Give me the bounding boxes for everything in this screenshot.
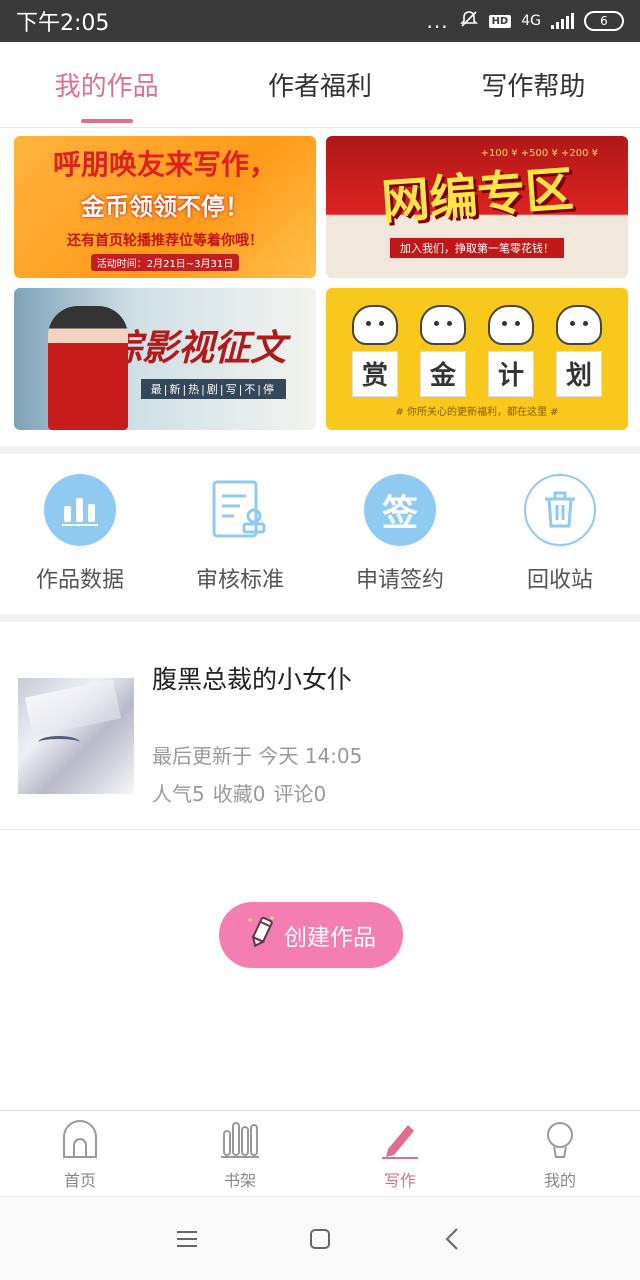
sign-icon: 签 <box>364 474 436 546</box>
banner-line: 金币领领不停！ <box>81 193 249 221</box>
nav-profile[interactable]: 我的 <box>480 1111 640 1196</box>
cat-row: 赏 金 计 划 <box>347 304 607 397</box>
cat-card: 计 <box>483 304 539 397</box>
banner-title: 网编专区 <box>379 161 576 231</box>
banner-sub: 加入我们，挣取第一笔零花钱！ <box>390 238 564 258</box>
banner-note: # 你所关心的更新福利，都在这里 # <box>395 406 559 418</box>
profile-icon <box>540 1119 580 1163</box>
action-review-standard[interactable]: 审核标准 <box>160 464 320 614</box>
book-cover <box>18 678 134 794</box>
nav-label: 书架 <box>223 1171 256 1190</box>
status-time: 下午2:05 <box>16 11 110 36</box>
nav-label: 首页 <box>63 1171 96 1190</box>
banner-sub: 最|新|热|剧|写|不|停 <box>140 379 286 399</box>
mute-icon <box>459 9 479 33</box>
bar-chart-icon <box>44 474 116 546</box>
cat-icon <box>556 304 602 345</box>
action-work-data[interactable]: 作品数据 <box>0 464 160 614</box>
status-bar: 下午2:05 ... HD 4G 6 <box>0 0 640 42</box>
action-label: 审核标准 <box>195 568 284 593</box>
comments-count: 评论0 <box>273 782 327 806</box>
bookshelf-icon <box>220 1119 260 1163</box>
work-stats: 人气5 收藏0 评论0 <box>152 778 326 807</box>
top-tabs: 我的作品 作者福利 写作帮助 <box>0 42 640 128</box>
bottom-nav: 首页 书架 写作 我的 <box>0 1110 640 1196</box>
cat-card: 赏 <box>347 304 403 397</box>
network-label: 4G <box>521 13 541 29</box>
action-label: 申请签约 <box>355 568 444 593</box>
hd-icon: HD <box>488 14 512 28</box>
nav-write[interactable]: 写作 <box>320 1111 480 1196</box>
cat-char: 计 <box>488 350 534 397</box>
tab-my-works[interactable]: 我的作品 <box>0 42 213 127</box>
character-illustration <box>48 306 128 430</box>
work-updated: 最后更新于 今天 14:05 <box>152 744 363 768</box>
cat-char: 划 <box>556 350 602 397</box>
work-list-item[interactable]: 腹黑总裁的小女仆 最后更新于 今天 14:05 人气5 收藏0 评论0 <box>0 622 640 830</box>
banner-title: 综影视征文 <box>105 327 286 369</box>
system-nav-bar <box>0 1196 640 1280</box>
trash-icon <box>524 474 596 546</box>
cat-card: 划 <box>551 304 607 397</box>
cat-icon <box>420 304 466 345</box>
banner-line: 还有首页轮播推荐位等着你哦！ <box>67 233 263 249</box>
banner-date: 活动时间：2月21日~3月31日 <box>90 254 240 271</box>
home-icon <box>61 1119 99 1163</box>
nav-label: 我的 <box>543 1171 576 1190</box>
status-icons: ... HD 4G 6 <box>426 9 624 33</box>
document-stamp-icon <box>204 474 276 546</box>
popularity-count: 人气5 <box>152 782 205 806</box>
pen-icon <box>380 1119 420 1163</box>
pencil-icon <box>246 914 276 956</box>
cat-char: 赏 <box>352 350 398 397</box>
cat-card: 金 <box>415 304 471 397</box>
home-square-icon[interactable] <box>300 1219 340 1259</box>
menu-icon[interactable] <box>167 1219 207 1259</box>
signal-icon <box>551 13 574 29</box>
work-title: 腹黑总裁的小女仆 <box>152 665 353 694</box>
action-label: 作品数据 <box>35 568 124 593</box>
create-work-label: 创建作品 <box>284 925 376 951</box>
banner-invite-friends[interactable]: 呼朋唤友来写作， 金币领领不停！ 还有首页轮播推荐位等着你哦！ 活动时间：2月2… <box>14 136 316 278</box>
banner-grid: 呼朋唤友来写作， 金币领领不停！ 还有首页轮播推荐位等着你哦！ 活动时间：2月2… <box>14 136 628 431</box>
banner-tv-contest[interactable]: 综影视征文 最|新|热|剧|写|不|停 <box>14 288 316 430</box>
battery-icon: 6 <box>584 11 624 31</box>
nav-label: 写作 <box>383 1171 416 1190</box>
nav-bookshelf[interactable]: 书架 <box>160 1111 320 1196</box>
create-work-button[interactable]: 创建作品 <box>219 902 403 968</box>
nav-home[interactable]: 首页 <box>0 1111 160 1196</box>
quick-actions: 作品数据 审核标准 签 申请签约 回收站 <box>0 464 640 614</box>
section-divider <box>0 446 640 454</box>
back-icon[interactable] <box>433 1219 473 1259</box>
action-recycle-bin[interactable]: 回收站 <box>480 464 640 614</box>
banner-bounty-plan[interactable]: 赏 金 计 划 # 你所关心的更新福利，都在这里 # <box>326 288 628 430</box>
tab-author-benefits[interactable]: 作者福利 <box>213 42 426 127</box>
more-dots-icon: ... <box>426 9 449 33</box>
cat-char: 金 <box>420 350 466 397</box>
banner-editor-zone[interactable]: +100 ¥ +500 ¥ +200 ¥ 网编专区 加入我们，挣取第一笔零花钱！ <box>326 136 628 278</box>
cat-icon <box>488 304 534 345</box>
banner-line: 呼朋唤友来写作， <box>52 148 277 181</box>
section-divider <box>0 614 640 622</box>
action-label: 回收站 <box>526 568 593 593</box>
cat-icon <box>352 304 398 345</box>
tab-writing-help[interactable]: 写作帮助 <box>427 42 640 127</box>
favorites-count: 收藏0 <box>212 782 266 806</box>
action-apply-contract[interactable]: 签 申请签约 <box>320 464 480 614</box>
